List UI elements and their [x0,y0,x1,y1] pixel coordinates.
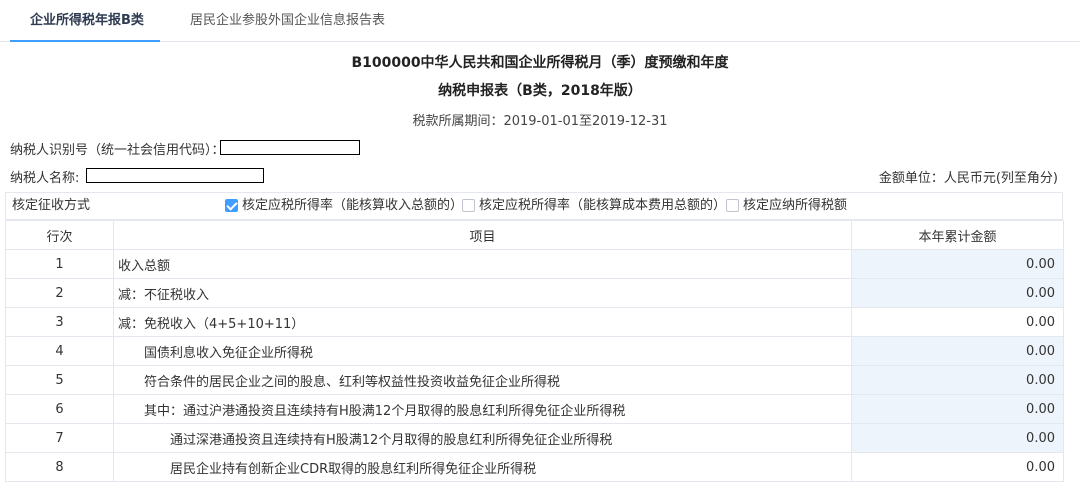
assessment-method-row: 核定征收方式 核定应税所得率（能核算收入总额的） 核定应税所得率（能核算成本费用… [5,192,1063,220]
assessment-method-label: 核定征收方式 [12,198,91,213]
row-no: 1 [5,249,114,279]
table-header-row: 行次 项目 本年累计金额 [5,220,1064,250]
row-item: 通过深港通投资且连续持有H股满12个月取得的股息红利所得免征企业所得税 [113,423,852,453]
active-tab-indicator [10,40,160,42]
row-no: 5 [5,365,114,395]
table-row: 6 其中：通过沪港通投资且连续持有H股满12个月取得的股息红利所得免征企业所得税… [5,394,1064,424]
row-item: 减：不征税收入 [113,278,852,308]
taxpayer-name-field[interactable] [86,168,264,183]
amount-value: 0.00 [851,452,1064,482]
amount-input[interactable]: 0.00 [851,394,1064,424]
table-row: 1 收入总额 0.00 [5,249,1064,279]
amount-input[interactable]: 0.00 [851,336,1064,366]
amount-input[interactable]: 0.00 [851,423,1064,453]
row-item: 国债利息收入免征企业所得税 [113,336,852,366]
table-row: 4 国债利息收入免征企业所得税 0.00 [5,336,1064,366]
row-item: 符合条件的居民企业之间的股息、红利等权益性投资收益免征企业所得税 [113,365,852,395]
taxpayer-id-label: 纳税人识别号（统一社会信用代码）： [10,143,225,158]
amount-input[interactable]: 0.00 [851,278,1064,308]
tab-foreign-enterprise-report[interactable]: 居民企业参股外国企业信息报告表 [190,0,385,42]
table-row: 7 通过深港通投资且连续持有H股满12个月取得的股息红利所得免征企业所得税 0.… [5,423,1064,453]
row-no: 4 [5,336,114,366]
taxpayer-name-label: 纳税人名称: [10,171,80,186]
row-item: 减：免税收入（4+5+10+11） [113,307,852,337]
table-row: 3 减：免税收入（4+5+10+11） 0.00 [5,307,1064,337]
method-option-1-label[interactable]: 核定应税所得率（能核算收入总额的） [242,193,463,219]
table-row: 2 减：不征税收入 0.00 [5,278,1064,308]
method-option-3-label[interactable]: 核定应纳所得税额 [743,193,847,219]
tax-period: 税款所属期间：2019-01-01至2019-12-31 [412,114,668,129]
row-no: 3 [5,307,114,337]
method-option-2-label[interactable]: 核定应税所得率（能核算成本费用总额的） [479,193,726,219]
row-item: 其中：通过沪港通投资且连续持有H股满12个月取得的股息红利所得免征企业所得税 [113,394,852,424]
table-row: 8 居民企业持有创新企业CDR取得的股息红利所得免征企业所得税 0.00 [5,452,1064,482]
header-item: 项目 [113,220,852,250]
header-amount: 本年累计金额 [851,220,1064,250]
row-item: 居民企业持有创新企业CDR取得的股息红利所得免征企业所得税 [113,452,852,482]
declaration-table: 行次 项目 本年累计金额 1 收入总额 0.00 2 减：不征税收入 0.00 … [5,220,1064,482]
header-row-no: 行次 [5,220,114,250]
amount-input[interactable]: 0.00 [851,249,1064,279]
row-no: 2 [5,278,114,308]
method-option-3-checkbox[interactable] [726,199,739,212]
method-option-1-checkbox[interactable] [225,199,238,212]
row-no: 6 [5,394,114,424]
row-no: 8 [5,452,114,482]
amount-value: 0.00 [851,307,1064,337]
table-row: 5 符合条件的居民企业之间的股息、红利等权益性投资收益免征企业所得税 0.00 [5,365,1064,395]
row-no: 7 [5,423,114,453]
taxpayer-id-field[interactable] [220,140,360,155]
form-title-line1: B100000中华人民共和国企业所得税月（季）度预缴和年度 [351,55,729,71]
amount-input[interactable]: 0.00 [851,365,1064,395]
row-item: 收入总额 [113,249,852,279]
form-title-line2: 纳税申报表（B类，2018年版） [438,83,642,99]
method-option-2-checkbox[interactable] [462,199,475,212]
tab-bar: 企业所得税年报B类 居民企业参股外国企业信息报告表 [0,0,1080,42]
amount-unit: 金额单位：人民币元(列至角分) [878,171,1058,186]
tab-annual-report-b[interactable]: 企业所得税年报B类 [30,0,144,42]
